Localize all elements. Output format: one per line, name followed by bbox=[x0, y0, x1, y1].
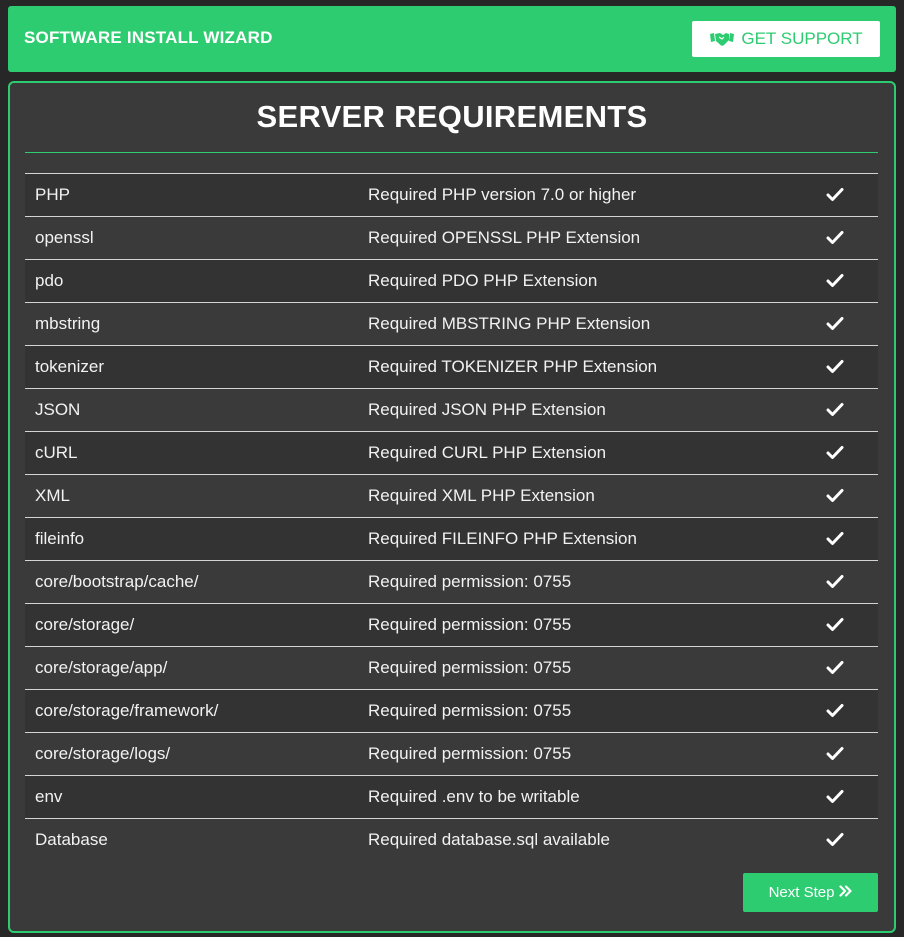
requirements-panel: SERVER REQUIREMENTS PHP Required PHP vers… bbox=[8, 81, 896, 933]
requirement-description: Required FILEINFO PHP Extension bbox=[368, 529, 637, 548]
handshake-icon bbox=[709, 30, 735, 48]
requirement-description: Required permission: 0755 bbox=[368, 701, 572, 720]
table-row: core/bootstrap/cache/Required permission… bbox=[25, 560, 878, 603]
check-icon bbox=[826, 402, 846, 418]
requirement-name: openssl bbox=[35, 228, 94, 247]
table-row: pdo Required PDO PHP Extension bbox=[25, 259, 878, 302]
table-row: env Required .env to be writable bbox=[25, 775, 878, 818]
table-row: PHP Required PHP version 7.0 or higher bbox=[25, 173, 878, 216]
next-step-button[interactable]: Next Step bbox=[743, 873, 878, 912]
requirements-table: PHP Required PHP version 7.0 or higher ope… bbox=[25, 173, 878, 861]
check-icon bbox=[826, 316, 846, 332]
get-support-label: GET SUPPORT bbox=[741, 29, 863, 48]
requirement-description: Required permission: 0755 bbox=[368, 744, 572, 763]
requirement-description: Required PHP version 7.0 or higher bbox=[368, 185, 637, 204]
requirement-name: JSON bbox=[35, 400, 81, 419]
table-row: fileinfo Required FILEINFO PHP Extension bbox=[25, 517, 878, 560]
next-step-label: Next Step bbox=[768, 884, 835, 901]
check-icon bbox=[826, 574, 846, 590]
requirement-name: core/bootstrap/cache/ bbox=[35, 572, 199, 591]
table-row: core/storage/logs/Required permission: 0… bbox=[25, 732, 878, 775]
check-icon bbox=[826, 445, 846, 461]
requirement-name: cURL bbox=[35, 443, 78, 462]
requirement-name: core/storage/app/ bbox=[35, 658, 168, 677]
check-icon bbox=[826, 359, 846, 375]
check-icon bbox=[826, 703, 846, 719]
table-row: cURL Required CURL PHP Extension bbox=[25, 431, 878, 474]
requirement-description: Required permission: 0755 bbox=[368, 615, 572, 634]
page-title: SERVER REQUIREMENTS bbox=[256, 99, 648, 134]
requirement-description: Required OPENSSL PHP Extension bbox=[368, 228, 641, 247]
header-bar: SOFTWARE INSTALL WIZARD GET SUPPORT bbox=[8, 6, 896, 72]
check-icon bbox=[826, 617, 846, 633]
requirement-name: fileinfo bbox=[35, 529, 85, 548]
requirement-description: Required JSON PHP Extension bbox=[368, 400, 606, 419]
requirement-name: tokenizer bbox=[35, 357, 104, 376]
table-row: core/storage/Required permission: 0755 bbox=[25, 603, 878, 646]
check-icon bbox=[826, 187, 846, 203]
requirement-description: Required MBSTRING PHP Extension bbox=[368, 314, 651, 333]
app-title: SOFTWARE INSTALL WIZARD bbox=[24, 28, 273, 47]
table-row: XML Required XML PHP Extension bbox=[25, 474, 878, 517]
requirement-name: pdo bbox=[35, 271, 64, 290]
requirement-description: Required CURL PHP Extension bbox=[368, 443, 607, 462]
check-icon bbox=[826, 273, 846, 289]
requirement-description: Required permission: 0755 bbox=[368, 658, 572, 677]
requirement-description: Required database.sql available bbox=[368, 830, 610, 849]
double-chevron-right-icon bbox=[839, 884, 853, 901]
check-icon bbox=[826, 832, 846, 848]
requirement-description: Required PDO PHP Extension bbox=[368, 271, 598, 290]
requirement-description: Required XML PHP Extension bbox=[368, 486, 595, 505]
check-icon bbox=[826, 488, 846, 504]
table-row: mbstring Required MBSTRING PHP Extension bbox=[25, 302, 878, 345]
requirement-name: mbstring bbox=[35, 314, 101, 333]
check-icon bbox=[826, 789, 846, 805]
check-icon bbox=[826, 531, 846, 547]
table-row: openssl Required OPENSSL PHP Extension bbox=[25, 216, 878, 259]
requirement-name: core/storage/ bbox=[35, 615, 135, 634]
table-row: core/storage/framework/Required permissi… bbox=[25, 689, 878, 732]
requirement-name: XML bbox=[35, 486, 70, 505]
check-icon bbox=[826, 230, 846, 246]
title-divider bbox=[25, 152, 878, 153]
requirement-description: Required .env to be writable bbox=[368, 787, 580, 806]
requirement-name: PHP bbox=[35, 185, 70, 204]
requirement-name: Database bbox=[35, 830, 108, 849]
requirement-name: core/storage/logs/ bbox=[35, 744, 171, 763]
table-row: Database Required database.sql available bbox=[25, 818, 878, 861]
table-row: core/storage/app/Required permission: 07… bbox=[25, 646, 878, 689]
requirement-description: Required permission: 0755 bbox=[368, 572, 572, 591]
get-support-button[interactable]: GET SUPPORT bbox=[692, 21, 880, 57]
requirement-description: Required TOKENIZER PHP Extension bbox=[368, 357, 658, 376]
requirement-name: core/storage/framework/ bbox=[35, 701, 219, 720]
check-icon bbox=[826, 746, 846, 762]
table-row: tokenizer Required TOKENIZER PHP Extensio… bbox=[25, 345, 878, 388]
requirement-name: env bbox=[35, 787, 63, 806]
check-icon bbox=[826, 660, 846, 676]
table-row: JSON Required JSON PHP Extension bbox=[25, 388, 878, 431]
